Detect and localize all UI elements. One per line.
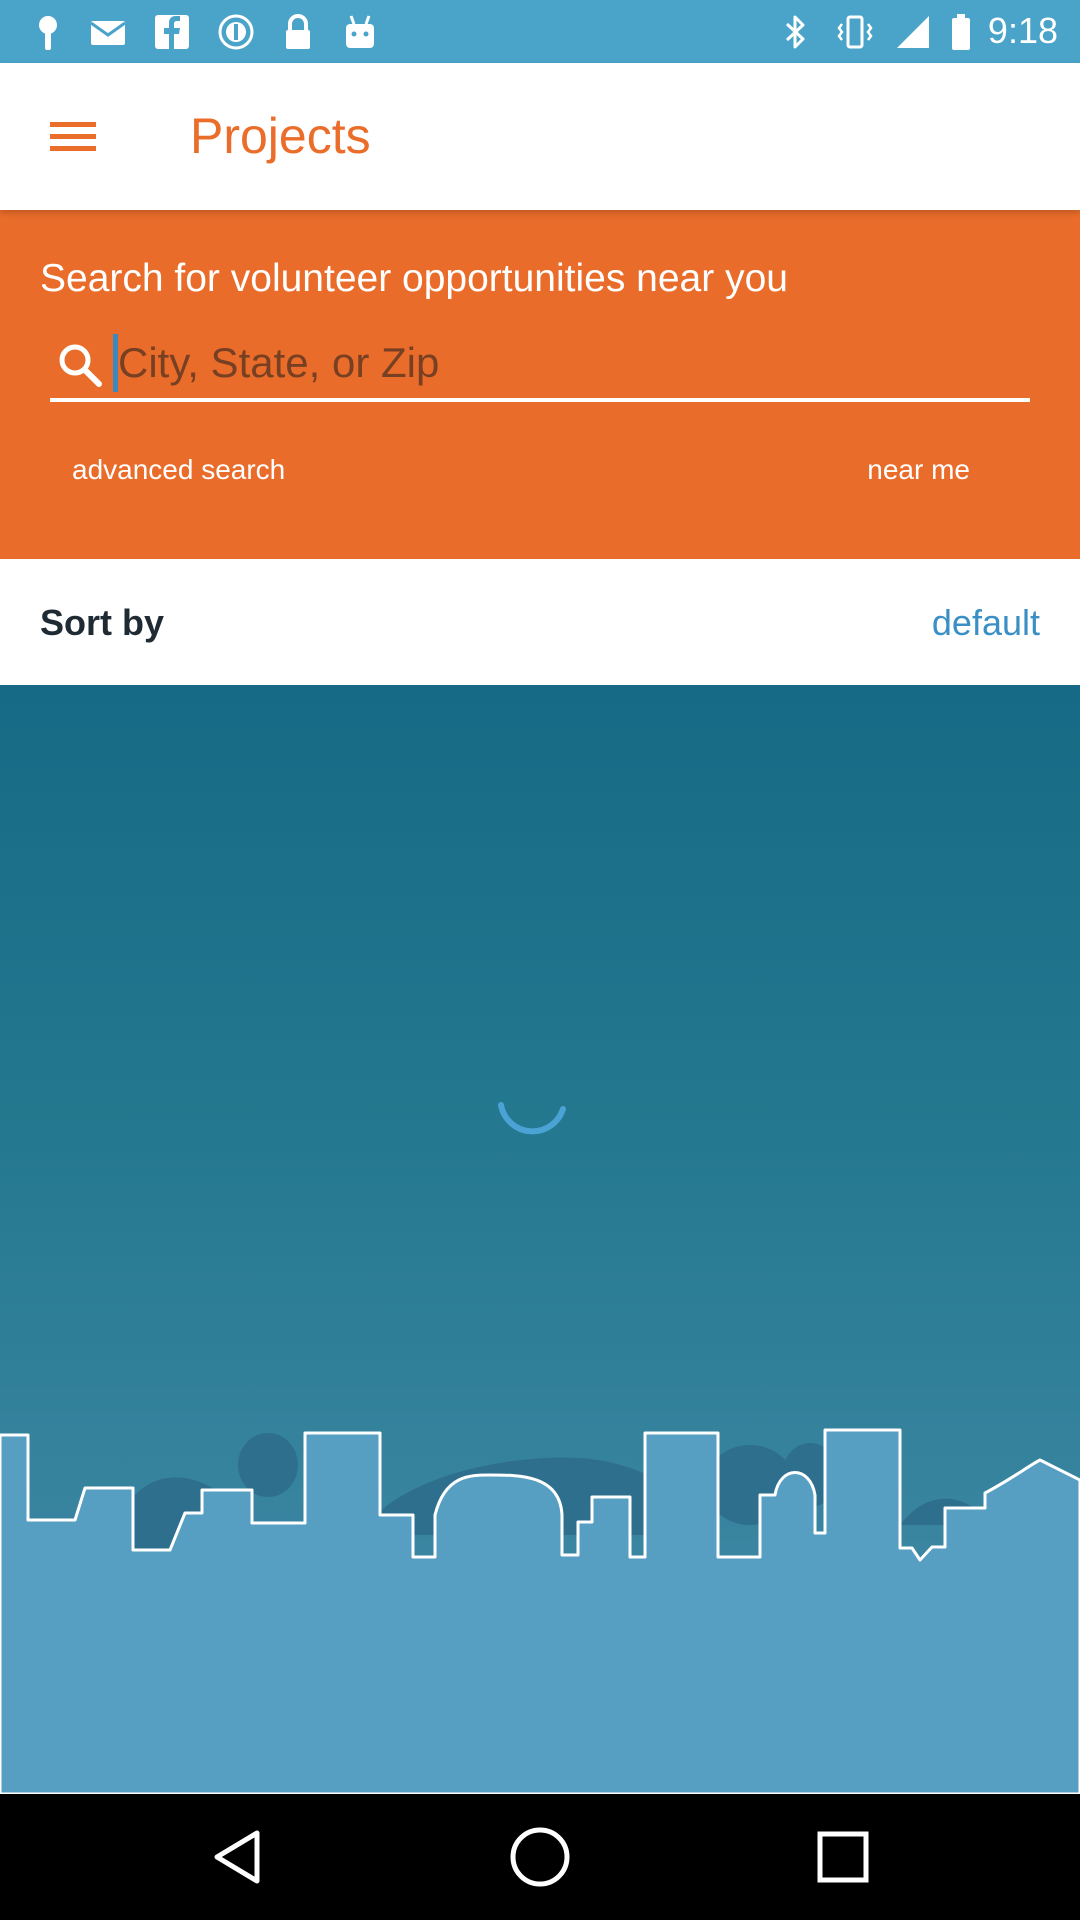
battery-icon	[952, 14, 970, 50]
sort-row: Sort by default	[0, 559, 1080, 685]
bluetooth-icon	[785, 15, 805, 49]
lock-icon	[286, 13, 310, 49]
signal-icon	[897, 16, 929, 48]
recents-button[interactable]	[810, 1824, 876, 1890]
results-area	[0, 685, 1080, 1794]
vibrate-icon	[837, 15, 873, 49]
system-nav-bar	[0, 1794, 1080, 1920]
info-icon	[218, 14, 254, 50]
city-skyline-illustration	[0, 1428, 1080, 1794]
search-input[interactable]	[112, 328, 1018, 398]
advanced-search-link[interactable]: advanced search	[72, 452, 285, 488]
search-icon	[59, 344, 102, 387]
search-panel: Search for volunteer opportunities near …	[0, 210, 1080, 559]
home-icon	[510, 1827, 570, 1887]
back-icon	[214, 1830, 260, 1884]
menu-button[interactable]	[35, 98, 111, 174]
search-heading: Search for volunteer opportunities near …	[40, 257, 788, 300]
back-button[interactable]	[204, 1824, 270, 1890]
mail-icon	[90, 21, 126, 45]
recents-icon	[817, 1831, 869, 1883]
location-pin-icon	[39, 16, 57, 50]
app-bar: Projects	[0, 63, 1080, 210]
sort-label: Sort by	[40, 602, 165, 643]
near-me-link[interactable]: near me	[867, 452, 970, 488]
sort-dropdown[interactable]: default	[932, 601, 1040, 645]
facebook-icon	[155, 15, 189, 49]
loading-spinner-icon	[498, 1102, 566, 1135]
page-title: Projects	[190, 108, 371, 164]
status-bar: 9:18	[0, 0, 1080, 63]
status-time: 9:18	[987, 10, 1058, 51]
home-button[interactable]	[507, 1824, 573, 1890]
android-icon	[346, 15, 374, 48]
text-cursor	[113, 334, 118, 392]
hamburger-menu-icon	[50, 122, 96, 151]
search-field[interactable]	[50, 328, 1030, 402]
screen: 9:18 Projects Search for volunteer oppor…	[0, 0, 1080, 1920]
